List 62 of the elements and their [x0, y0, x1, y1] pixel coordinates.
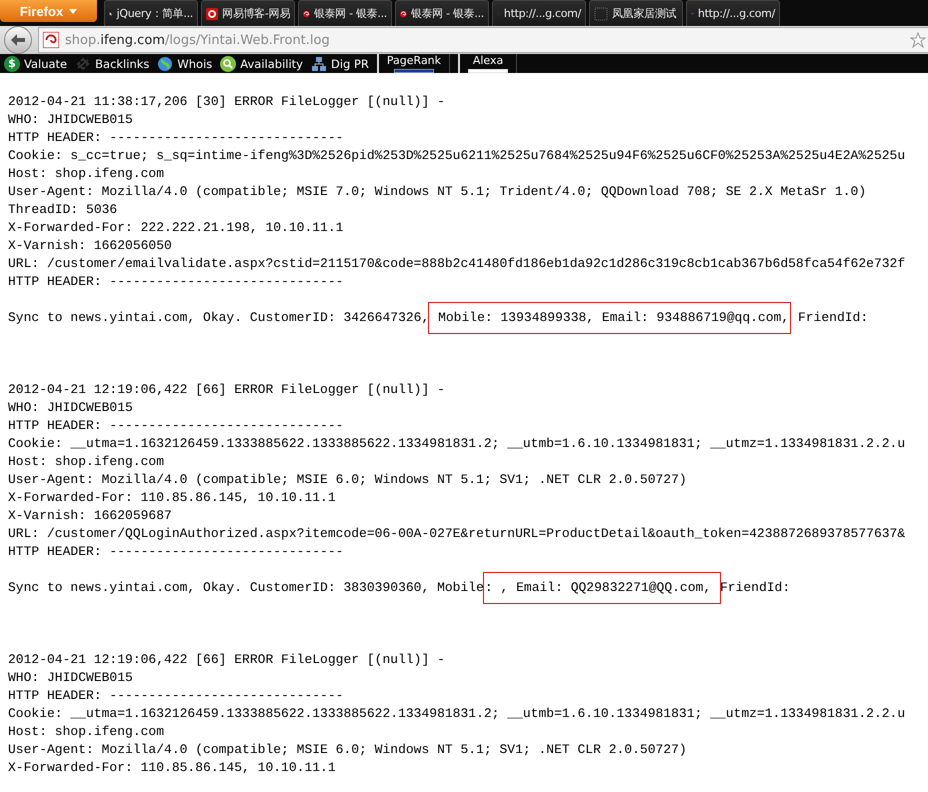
log-line: 2012-04-21 11:38:17,206 [30] ERROR FileLogger [(null)] -: [8, 93, 446, 111]
log-line: User-Agent: Mozilla/4.0 (compatible; MSIE 7.0; Windows NT 5.1; Trident/4.0; QQDownload 708; SE 2.X MetaSr 1.0): [8, 183, 868, 201]
toolbar-link[interactable]: Availability: [220, 56, 303, 72]
swirl-logo-icon: [43, 32, 59, 48]
toolbar-link[interactable]: Dig PR: [310, 56, 369, 72]
log-line: URL: /customer/QQLoginAuthorized.aspx?itemcode=06-00A-027E&returnURL=ProductDetail&oauth_token=4238872689378577637&: [8, 525, 906, 543]
globe-icon: [157, 56, 174, 72]
toolbar-link[interactable]: Backlinks: [75, 56, 150, 72]
caret-icon: [69, 8, 78, 14]
log-line: HTTP HEADER: ------------------------------: [8, 129, 344, 147]
log-line: X-Forwarded-For: 110.85.86.145, 10.10.11.1: [8, 489, 337, 507]
search-icon: [220, 56, 236, 72]
back-arrow-icon: [10, 33, 26, 47]
toolbar-link[interactable]: $ Valuate: [4, 56, 68, 72]
log-line: HTTP HEADER: ------------------------------: [8, 543, 344, 561]
log-line: Host: shop.ifeng.com: [8, 723, 166, 741]
rank-bar-icon: [394, 69, 434, 73]
rank-bar-icon: [468, 69, 508, 73]
log-text: FriendId:: [720, 579, 790, 597]
toolbar-link[interactable]: Whois: [157, 56, 212, 72]
log-line: Cookie: __utma=1.1632126459.1333885622.1333885622.1334981831.2; __utmb=1.6.10.1334981831; __utmz=1.1334981831.2.2.u: [8, 435, 906, 453]
log-line: WHO: JHIDCWEB015: [8, 111, 134, 129]
site-logo-icon: [206, 6, 218, 20]
log-line: X-Varnish: 1662059687: [8, 507, 173, 525]
rank-meter[interactable]: PageRank: [376, 54, 450, 73]
log-line: HTTP HEADER: ------------------------------: [8, 273, 344, 291]
highlighted-log-text: : , Email: QQ29832271@QQ.com,: [484, 573, 720, 603]
log-text: FriendId:: [796, 309, 868, 327]
browser-tab[interactable]: 网易博客-网易: [201, 0, 295, 26]
browser-tab[interactable]: jQuery：简单...: [104, 0, 198, 26]
log-line: HTTP HEADER: ------------------------------: [8, 687, 344, 705]
log-line: WHO: JHIDCWEB015: [8, 399, 134, 417]
log-line: ThreadID: 5036: [8, 201, 118, 219]
highlighted-log-text: Mobile: 13934899338, Email: 934886719@qq.com,: [429, 303, 790, 333]
back-button[interactable]: [4, 26, 32, 54]
log-line: User-Agent: Mozilla/4.0 (compatible; MSIE 6.0; Windows NT 5.1; SV1; .NET CLR 2.0.50727): [8, 741, 688, 759]
rank-meter[interactable]: Alexa: [458, 54, 518, 73]
browser-tab[interactable]: http://...g.com/: [492, 0, 586, 26]
log-line: Cookie: s_cc=true; s_sq=intime-ifeng%3D%2526pid%253D%2525u6211%2525u7684%2525u94F6%2525u6CF0%25253A%2525u4E2A%2525u: [8, 147, 906, 165]
browser-tab[interactable]: http://...g.com/: [686, 0, 780, 26]
log-line: Host: shop.ifeng.com: [8, 165, 166, 183]
log-line: X-Forwarded-For: 110.85.86.145, 10.10.11.1: [8, 759, 337, 777]
network-icon: [310, 56, 327, 72]
browser-tab[interactable]: 银泰网 - 银泰...: [298, 0, 392, 26]
log-line: HTTP HEADER: ------------------------------: [8, 417, 344, 435]
log-line: Host: shop.ifeng.com: [8, 453, 166, 471]
log-line: 2012-04-21 12:19:06,422 [66] ERROR FileLogger [(null)] -: [8, 651, 446, 669]
log-line: X-Varnish: 1662056050: [8, 237, 173, 255]
browser-tab[interactable]: 银泰网 - 银泰...: [395, 0, 489, 26]
log-line: Cookie: __utma=1.1632126459.1333885622.1333885622.1334981831.2; __utmb=1.6.10.1334981831; __utmz=1.1334981831.2.2.u: [8, 705, 906, 723]
log-text: Sync to news.yintai.com, Okay. CustomerID: 3426647326,: [8, 309, 430, 327]
log-text: Sync to news.yintai.com, Okay. CustomerID: 3830390360, Mobile: [8, 579, 484, 597]
log-line: URL: /customer/emailvalidate.aspx?cstid=2115170&code=888b2c41480fd186eb1da92c1d286c319c8cb1cab367b6d58fca54f62e732f: [8, 255, 906, 273]
log-line: User-Agent: Mozilla/4.0 (compatible; MSIE 6.0; Windows NT 5.1; SV1; .NET CLR 2.0.50727): [8, 471, 688, 489]
log-line: X-Forwarded-For: 222.222.21.198, 10.10.11.1: [8, 219, 344, 237]
log-line: 2012-04-21 12:19:06,422 [66] ERROR FileLogger [(null)] -: [8, 381, 446, 399]
address-field[interactable]: shop.ifeng.com/logs/Yintai.Web.Front.log: [38, 27, 928, 53]
dollar-coin-icon: $: [4, 56, 20, 72]
page-icon: [594, 6, 608, 20]
browser-tab[interactable]: 凤凰家居测试: [589, 0, 683, 26]
log-line: WHO: JHIDCWEB015: [8, 669, 134, 687]
star-icon[interactable]: [910, 32, 926, 48]
